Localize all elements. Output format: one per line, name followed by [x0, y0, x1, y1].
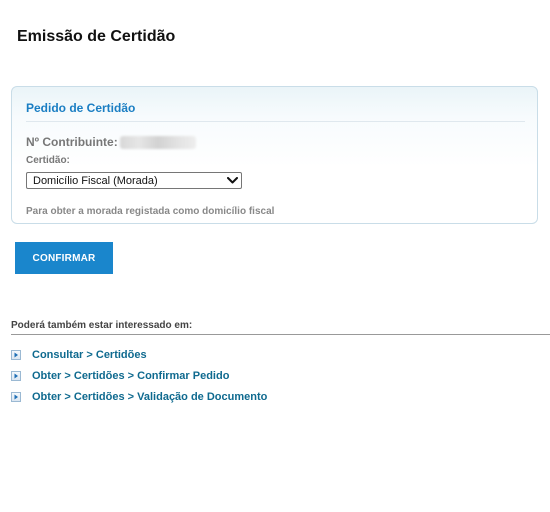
certificate-label: Certidão: — [26, 155, 70, 166]
related-link-item: Obter > Certidões > Validação de Documen… — [11, 386, 267, 407]
page-title: Emissão de Certidão — [17, 28, 176, 45]
certificate-select[interactable]: Domicílio Fiscal (Morada) — [26, 172, 242, 189]
contributor-row: Nº Contribuinte: — [26, 135, 196, 149]
chevron-down-icon — [223, 173, 241, 188]
arrow-right-icon — [11, 391, 21, 402]
related-link-item: Obter > Certidões > Confirmar Pedido — [11, 365, 267, 386]
panel-title: Pedido de Certidão — [26, 101, 136, 115]
related-divider — [11, 334, 550, 335]
certificate-request-panel: Pedido de Certidão Nº Contribuinte: Cert… — [11, 86, 538, 224]
contributor-label: Nº Contribuinte: — [26, 135, 118, 149]
certificate-select-value: Domicílio Fiscal (Morada) — [33, 174, 158, 187]
certificate-hint: Para obter a morada registada como domic… — [26, 206, 275, 217]
related-link-validacao-documento[interactable]: Obter > Certidões > Validação de Documen… — [32, 391, 267, 403]
page: Emissão de Certidão Pedido de Certidão N… — [0, 0, 550, 512]
related-link-consultar-certidoes[interactable]: Consultar > Certidões — [32, 349, 147, 361]
arrow-right-icon — [11, 370, 21, 381]
related-link-item: Consultar > Certidões — [11, 344, 267, 365]
arrow-right-icon — [11, 349, 21, 360]
confirm-button[interactable]: CONFIRMAR — [15, 242, 113, 274]
related-links-list: Consultar > Certidões Obter > Certidões … — [11, 344, 267, 407]
related-title: Poderá também estar interessado em: — [11, 320, 193, 331]
panel-divider — [26, 121, 525, 122]
related-link-confirmar-pedido[interactable]: Obter > Certidões > Confirmar Pedido — [32, 370, 229, 382]
contributor-number-redacted — [119, 135, 196, 149]
